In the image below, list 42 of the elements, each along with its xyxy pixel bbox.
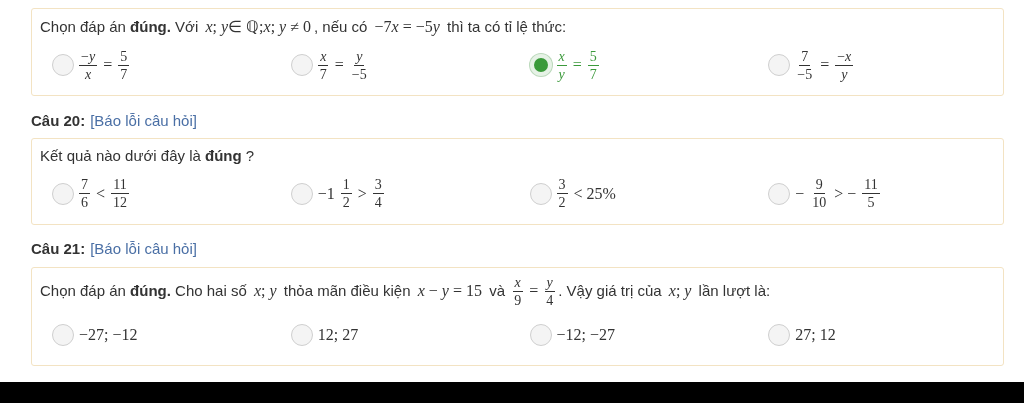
radio-button[interactable] [290, 182, 313, 205]
prompt-text: lần lượt là: [697, 280, 771, 301]
radio-button[interactable] [52, 323, 74, 346]
fraction: x 9 [512, 273, 524, 309]
radio-button[interactable] [768, 54, 791, 76]
prompt-text: đúng. [130, 280, 171, 301]
prompt-text: , nếu có [314, 16, 369, 37]
answer-option[interactable]: 27; 12 [792, 322, 839, 347]
radio-button[interactable] [290, 54, 313, 76]
radio-button[interactable] [290, 323, 313, 346]
prompt-text: Chọn đáp án [40, 16, 127, 37]
question-number: Câu 21: [31, 239, 86, 260]
prompt-text: Kết quả nào dưới đây là [40, 146, 202, 166]
prompt-text: thỏa mãn điều kiện [282, 280, 412, 301]
radio-button[interactable] [52, 54, 74, 76]
question-number: Câu 20: [31, 110, 86, 131]
math-expression: x; y [668, 281, 692, 302]
prompt-text: đúng [205, 146, 242, 166]
answer-option[interactable]: 12; 27 [314, 322, 362, 347]
prompt-text: Cho hai số [174, 280, 248, 301]
fraction: y 4 [544, 273, 556, 309]
prompt-text: thì ta có tỉ lệ thức: [446, 16, 567, 37]
answer-option[interactable]: −27; −12 [76, 322, 141, 347]
report-error-link[interactable]: [Báo lỗi câu hỏi] [90, 109, 197, 133]
radio-button[interactable] [529, 323, 552, 346]
math-expression: −7x = −5y [374, 17, 440, 38]
radio-button[interactable] [768, 323, 791, 346]
radio-button[interactable] [768, 182, 791, 205]
math-expression: x − y = 15 [417, 281, 482, 302]
prompt-text: ? [244, 146, 255, 166]
prompt-text: đúng. [130, 16, 171, 37]
prompt-text: và [488, 280, 506, 301]
radio-button[interactable] [52, 182, 74, 205]
prompt-text: Với [174, 16, 200, 37]
math-expression: = [529, 281, 539, 301]
report-error-link[interactable]: [Báo lỗi câu hỏi] [90, 238, 197, 261]
prompt-text: . Vậy giá trị của [558, 280, 663, 301]
radio-button[interactable] [529, 182, 552, 205]
math-expression: x; y [253, 281, 277, 302]
answer-option[interactable]: −12; −27 [553, 322, 618, 347]
prompt-text: Chọn đáp án [40, 280, 127, 301]
math-expression: x; y∈ ℚ;x; y ≠ 0 [205, 17, 311, 38]
